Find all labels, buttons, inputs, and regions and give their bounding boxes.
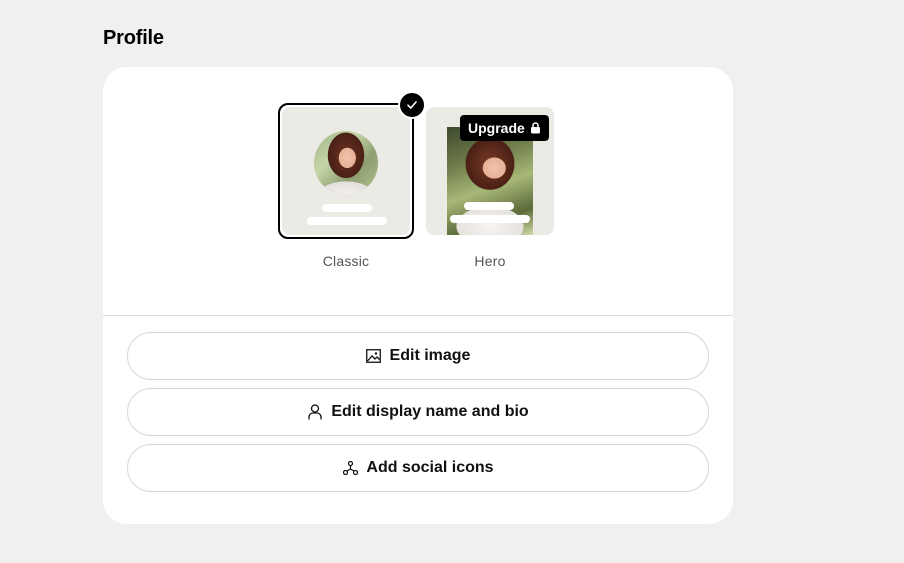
classic-thumbnail[interactable] [278, 91, 426, 239]
edit-name-bio-button[interactable]: Edit display name and bio [127, 388, 709, 436]
hero-preview: Upgrade [426, 107, 554, 235]
hero-label: Hero [474, 253, 506, 269]
bio-placeholder-bar [450, 215, 530, 223]
hero-thumbnail[interactable]: Upgrade [422, 103, 558, 239]
lock-icon [530, 122, 540, 134]
divider [103, 315, 733, 316]
add-social-icons-label: Add social icons [366, 459, 494, 476]
name-placeholder-bar [464, 202, 514, 210]
layout-option-hero[interactable]: Upgrade Hero [422, 103, 558, 273]
classic-label: Classic [322, 253, 370, 269]
section-title: Profile [103, 27, 164, 49]
edit-image-label: Edit image [389, 347, 471, 364]
edit-name-bio-label: Edit display name and bio [331, 403, 529, 420]
add-social-icons-button[interactable]: Add social icons [127, 444, 709, 492]
social-network-icon [342, 460, 358, 476]
user-icon [307, 404, 323, 420]
upgrade-badge: Upgrade [460, 115, 549, 141]
layout-option-classic[interactable]: Classic [278, 91, 426, 273]
edit-image-button[interactable]: Edit image [127, 332, 709, 380]
selected-frame [278, 103, 414, 239]
upgrade-label: Upgrade [468, 120, 525, 136]
image-icon [366, 348, 382, 364]
profile-card: Classic Upgrade Hero Edit image Edit dis… [103, 67, 733, 524]
check-icon [407, 101, 417, 109]
